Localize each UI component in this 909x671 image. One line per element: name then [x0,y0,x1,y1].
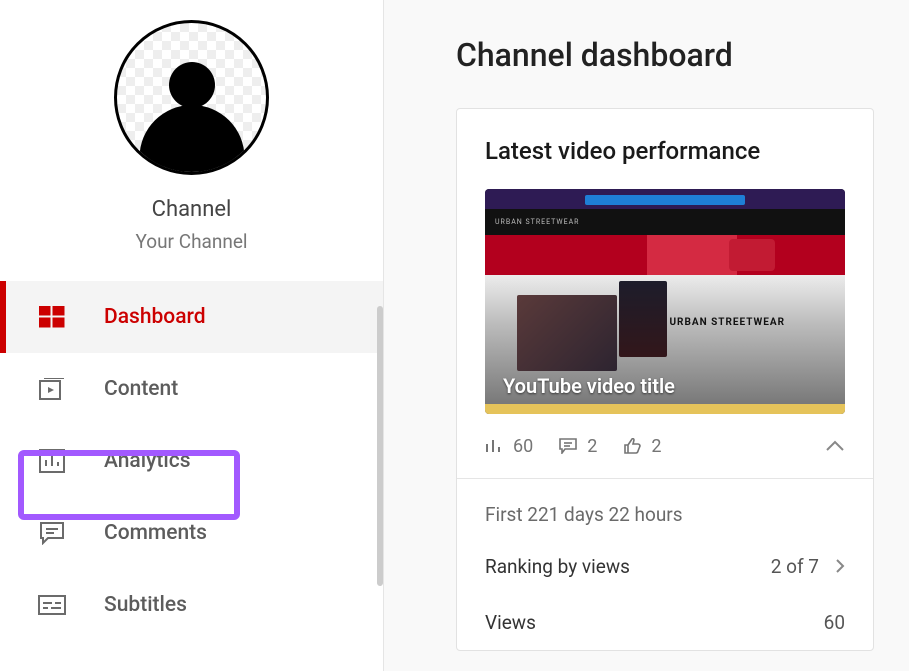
avatar-silhouette-icon [117,23,266,172]
sidebar: Channel Your Channel Dashboard Content A… [0,0,384,671]
meta-row-ranking[interactable]: Ranking by views 2 of 7 [485,538,845,594]
stat-comments-value: 2 [587,436,597,457]
comments-stat-icon [559,438,577,454]
sidebar-item-label: Comments [104,521,207,545]
views-icon [485,438,503,454]
analytics-icon [38,449,66,473]
main-content: Channel dashboard Latest video performan… [384,0,909,671]
channel-label: Channel [152,197,232,222]
sidebar-item-comments[interactable]: Comments [0,497,383,569]
meta-label: Views [485,611,536,634]
meta-label: Ranking by views [485,555,630,578]
card-title: Latest video performance [485,137,845,165]
sidebar-item-dashboard[interactable]: Dashboard [0,281,383,353]
sidebar-item-label: Analytics [104,449,191,473]
meta-row-views[interactable]: Views 60 [485,594,845,650]
sidebar-item-label: Dashboard [104,305,206,329]
channel-name: Your Channel [135,230,247,253]
channel-avatar[interactable] [114,20,269,175]
sidebar-item-label: Subtitles [104,593,187,617]
stat-views: 60 [485,436,533,457]
meta-value: 2 of 7 [771,555,819,578]
comments-icon [38,521,66,545]
chevron-up-icon [825,440,845,452]
stat-comments: 2 [559,436,597,457]
thumb-site-name: URBAN STREETWEAR [495,218,579,226]
video-title: YouTube video title [503,374,675,398]
sidebar-item-subtitles[interactable]: Subtitles [0,569,383,641]
meta-value: 60 [824,611,845,634]
time-range: First 221 days 22 hours [485,479,845,526]
latest-video-card: Latest video performance URBAN STREETWEA… [456,108,874,651]
page-title: Channel dashboard [456,36,909,74]
sidebar-item-analytics[interactable]: Analytics [0,425,383,497]
channel-avatar-section: Channel Your Channel [0,0,383,253]
stat-views-value: 60 [513,436,533,457]
content-icon [38,377,66,401]
subtitles-icon [38,593,66,617]
dashboard-icon [38,305,66,329]
chevron-right-icon [835,558,845,574]
sidebar-item-label: Content [104,377,178,401]
collapse-toggle[interactable] [825,440,845,452]
sidebar-item-content[interactable]: Content [0,353,383,425]
sidebar-nav: Dashboard Content Analytics Comments [0,281,383,641]
stat-likes: 2 [623,436,661,457]
stat-likes-value: 2 [651,436,661,457]
video-stats-row: 60 2 2 [485,414,845,478]
likes-icon [623,438,641,454]
video-thumbnail[interactable]: URBAN STREETWEAR URBAN STREETWEAR YouTub… [485,189,845,414]
thumb-brand-text: URBAN STREETWEAR [669,317,785,328]
